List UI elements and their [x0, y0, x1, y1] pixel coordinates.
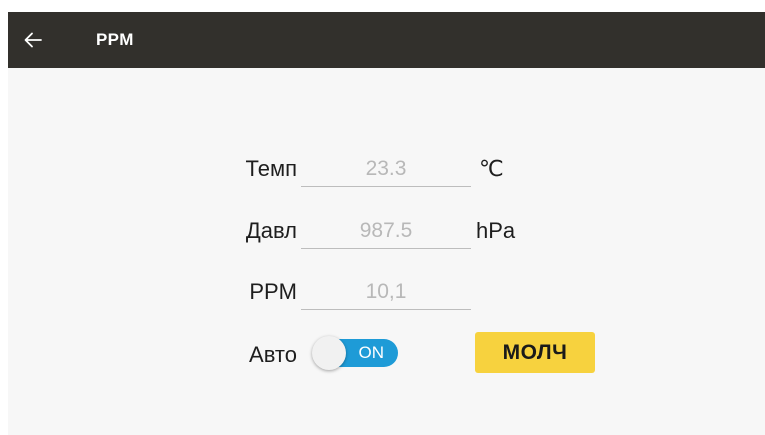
toggle-on-text: ON [358, 343, 385, 362]
ppm-field[interactable]: 10,1 [301, 275, 471, 310]
temp-unit: ℃ [479, 156, 504, 181]
pressure-unit: hPa [476, 218, 516, 243]
arrow-left-icon [24, 32, 42, 48]
auto-label: Авто [249, 342, 297, 367]
pressure-field[interactable]: 987.5 [301, 214, 471, 249]
temp-label: Темп [245, 156, 297, 181]
auto-toggle[interactable]: ON [312, 336, 398, 370]
page-title: PPM [96, 30, 134, 49]
temp-field[interactable]: 23.3 [301, 152, 471, 187]
pressure-label: Давл [245, 218, 297, 243]
app-bar: PPM [8, 12, 765, 68]
toggle-knob [312, 336, 346, 370]
app-screen: PPM Темп 23.3 ℃ Давл 987.5 hPa PPM 10,1 … [8, 12, 765, 435]
back-button[interactable] [8, 12, 58, 68]
mute-button[interactable]: МОЛЧ [475, 332, 595, 373]
ppm-label: PPM [249, 279, 297, 304]
